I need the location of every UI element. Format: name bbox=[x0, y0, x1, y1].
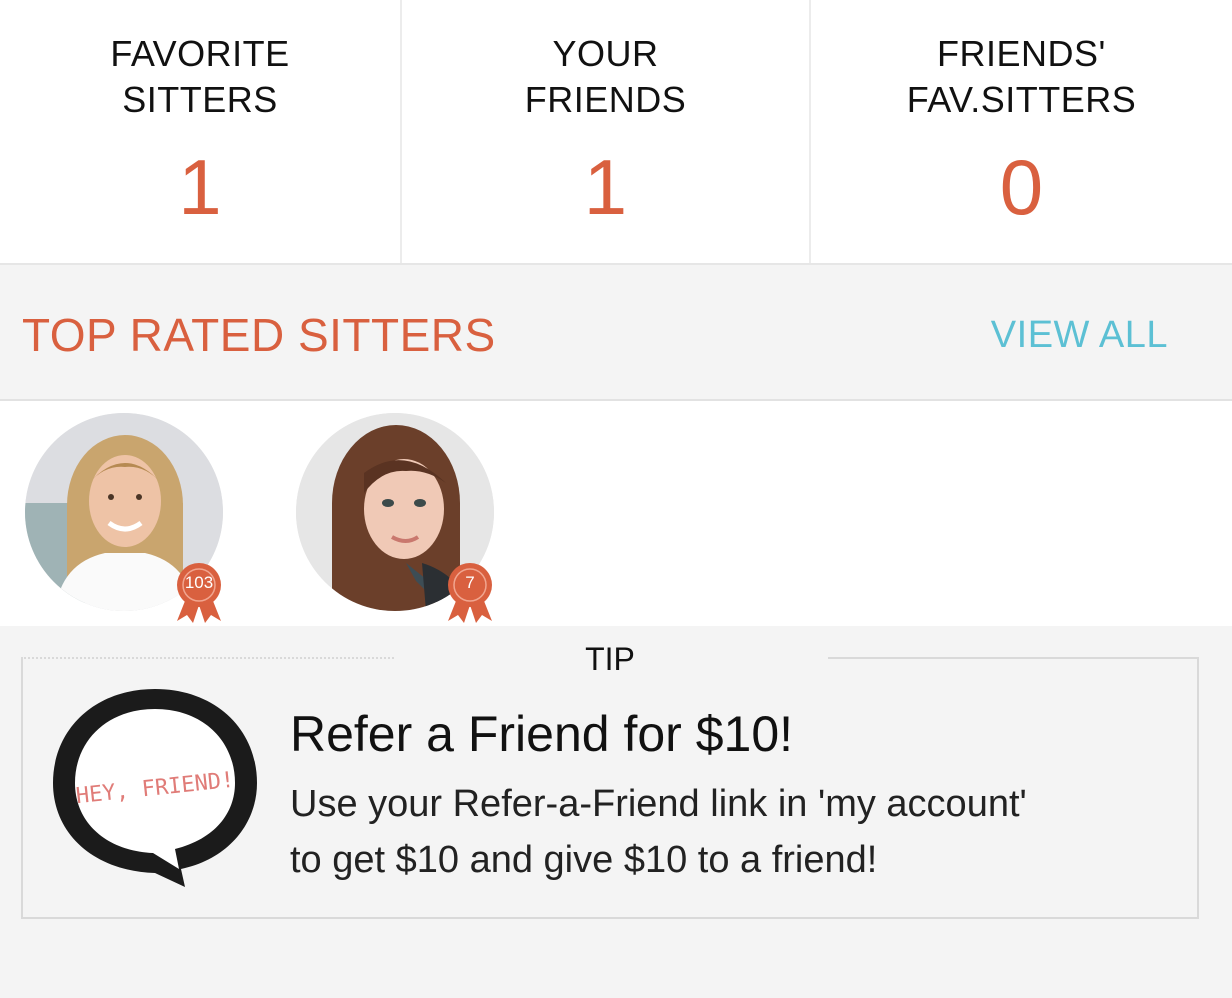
stat-value: 1 bbox=[178, 143, 222, 231]
stat-label: FAVORITE SITTERS bbox=[110, 33, 290, 120]
stat-favorite-sitters[interactable]: FAVORITE SITTERS 1 bbox=[0, 0, 400, 263]
stat-value: 1 bbox=[583, 143, 628, 231]
tip-body: Use your Refer-a-Friend link in 'my acco… bbox=[290, 783, 1027, 881]
stat-label: YOUR FRIENDS bbox=[524, 33, 687, 120]
tip-title: Refer a Friend for $10! bbox=[290, 706, 794, 762]
stats-panel: FAVORITE SITTERS 1 YOUR FRIENDS 1 FRIEND… bbox=[0, 0, 1232, 265]
stat-friends-fav-sitters[interactable]: FRIENDS' FAV.SITTERS 0 bbox=[809, 0, 1232, 263]
top-rated-sitters-list: 103 7 bbox=[0, 401, 1232, 626]
section-title: TOP RATED SITTERS bbox=[22, 309, 496, 361]
badge-count: 7 bbox=[465, 573, 475, 592]
top-rated-header: TOP RATED SITTERS VIEW ALL bbox=[0, 265, 1232, 401]
speech-bubble-icon: HEY, FRIEND! bbox=[45, 683, 265, 893]
rating-ribbon-icon: 103 bbox=[171, 561, 227, 625]
stat-value: 0 bbox=[999, 143, 1044, 231]
sitter-card[interactable]: 103 bbox=[25, 413, 225, 628]
rating-ribbon-icon: 7 bbox=[442, 561, 498, 625]
sitter-card[interactable]: 7 bbox=[296, 413, 496, 628]
stat-label: FRIENDS' FAV.SITTERS bbox=[906, 33, 1137, 120]
badge-count: 103 bbox=[184, 573, 214, 592]
view-all-link[interactable]: VIEW ALL bbox=[991, 311, 1168, 359]
stat-your-friends[interactable]: YOUR FRIENDS 1 bbox=[400, 0, 809, 263]
